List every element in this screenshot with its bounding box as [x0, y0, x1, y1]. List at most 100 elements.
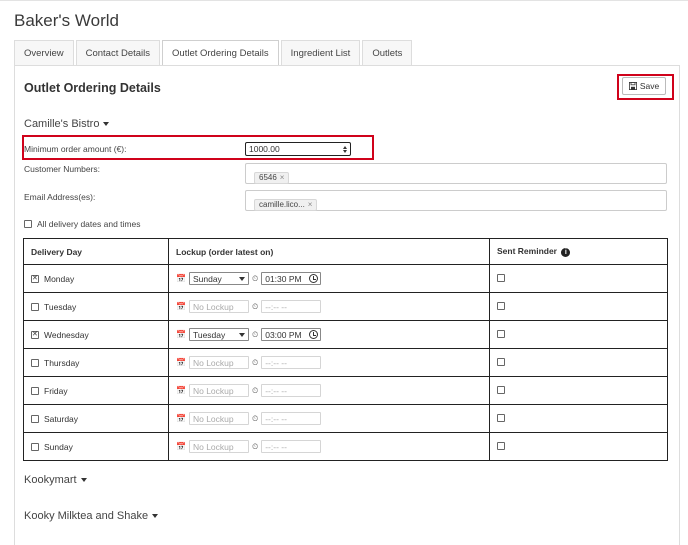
outlet-header-kooky-milktea[interactable]: Kooky Milktea and Shake — [24, 510, 159, 522]
delivery-day-cell: Sunday — [23, 432, 169, 461]
lockup-cell: 📅 No Lockup ⏲ --:-- -- — [168, 376, 490, 405]
tab-outlet-ordering-details[interactable]: Outlet Ordering Details — [162, 40, 279, 66]
min-order-value: 1000.00 — [249, 144, 280, 154]
lockup-time-input[interactable]: --:-- -- — [261, 384, 322, 397]
sent-reminder-checkbox[interactable] — [497, 329, 505, 338]
sent-reminder-checkbox[interactable] — [497, 301, 505, 310]
delivery-day-checkbox[interactable] — [31, 358, 39, 367]
calendar-icon: 📅 — [176, 274, 186, 283]
lockup-day-select[interactable]: No Lockup — [188, 384, 249, 397]
lockup-time-input[interactable]: 03:00 PM — [261, 328, 322, 341]
table-row: Wednesday 📅 Tuesday ⏲ 03:00 PM — [23, 320, 668, 349]
delivery-day-label: Saturday — [44, 413, 79, 424]
remove-tag-icon[interactable]: × — [280, 173, 285, 182]
email-label: Email Address(es): — [24, 192, 96, 202]
customer-numbers-label: Customer Numbers: — [24, 164, 101, 174]
lockup-day-select[interactable]: No Lockup — [188, 300, 249, 313]
sent-reminder-checkbox[interactable] — [497, 413, 505, 422]
clock-icon[interactable] — [309, 330, 319, 339]
lockup-cell: 📅 No Lockup ⏲ --:-- -- — [168, 432, 490, 461]
lockup-time-value: --:-- -- — [265, 357, 287, 368]
delivery-day-cell: Tuesday — [23, 292, 169, 321]
lockup-day-select[interactable]: No Lockup — [188, 356, 249, 369]
clock-icon: ⏲ — [251, 441, 259, 451]
delivery-day-cell: Monday — [23, 264, 169, 293]
email-tag: camille.lico... × — [254, 198, 318, 211]
tab-outlets[interactable]: Outlets — [362, 40, 413, 66]
outlet-header-camilles-bistro[interactable]: Camille's Bistro — [24, 118, 110, 130]
calendar-icon: 📅 — [176, 386, 186, 395]
table-header-row: Delivery Day Lockup (order latest on) Se… — [23, 238, 668, 265]
delivery-day-checkbox[interactable] — [31, 414, 39, 423]
lockup-cell: 📅 No Lockup ⏲ --:-- -- — [168, 348, 490, 377]
all-delivery-label: All delivery dates and times — [37, 219, 141, 229]
delivery-day-checkbox[interactable] — [31, 386, 39, 395]
calendar-icon: 📅 — [176, 302, 186, 311]
lockup-day-value: No Lockup — [192, 357, 234, 368]
sent-reminder-checkbox[interactable] — [497, 385, 505, 394]
delivery-day-cell: Friday — [23, 376, 169, 405]
lockup-day-value: No Lockup — [192, 413, 234, 424]
lockup-time-value: --:-- -- — [265, 441, 287, 452]
sent-reminder-checkbox[interactable] — [497, 273, 505, 282]
sent-reminder-checkbox[interactable] — [497, 357, 505, 366]
save-button[interactable]: Save — [622, 77, 666, 95]
clock-icon: ⏲ — [251, 385, 259, 395]
customer-numbers-input[interactable]: 6546 × — [245, 163, 667, 184]
table-row: Tuesday 📅 No Lockup ⏲ --:-- -- — [23, 292, 668, 321]
table-row: Monday 📅 Sunday ⏲ 01:30 PM — [23, 264, 668, 293]
min-order-input[interactable]: 1000.00 — [245, 142, 351, 156]
delivery-day-checkbox[interactable] — [31, 442, 39, 451]
lockup-day-value: Sunday — [192, 273, 222, 284]
lockup-day-value: No Lockup — [192, 301, 234, 312]
tab-contact-details[interactable]: Contact Details — [75, 40, 161, 66]
lockup-time-value: --:-- -- — [265, 301, 287, 312]
lockup-time-value: 03:00 PM — [265, 329, 302, 340]
chevron-down-icon — [238, 332, 245, 337]
all-delivery-checkbox[interactable] — [24, 220, 32, 228]
reminder-cell — [489, 348, 668, 377]
lockup-cell: 📅 No Lockup ⏲ --:-- -- — [168, 292, 490, 321]
sent-reminder-checkbox[interactable] — [497, 441, 505, 450]
clock-icon: ⏲ — [251, 329, 259, 339]
lockup-day-value: No Lockup — [192, 385, 234, 396]
lockup-day-value: No Lockup — [192, 441, 234, 452]
lockup-time-input[interactable]: --:-- -- — [261, 356, 322, 369]
reminder-cell — [489, 320, 668, 349]
lockup-time-input[interactable]: --:-- -- — [261, 440, 322, 453]
delivery-day-checkbox[interactable] — [31, 330, 39, 339]
clock-icon: ⏲ — [251, 273, 259, 283]
remove-tag-icon[interactable]: × — [308, 200, 313, 209]
delivery-table: Delivery Day Lockup (order latest on) Se… — [23, 238, 668, 461]
lockup-cell: 📅 No Lockup ⏲ --:-- -- — [168, 404, 490, 433]
tab-overview[interactable]: Overview — [14, 40, 74, 66]
clock-icon: ⏲ — [251, 357, 259, 367]
header-delivery-day: Delivery Day — [23, 238, 169, 265]
lockup-day-value: Tuesday — [192, 329, 226, 340]
lockup-time-value: --:-- -- — [265, 413, 287, 424]
lockup-day-select[interactable]: No Lockup — [188, 412, 249, 425]
delivery-day-checkbox[interactable] — [31, 274, 39, 283]
lockup-cell: 📅 Sunday ⏲ 01:30 PM — [168, 264, 490, 293]
email-input[interactable]: camille.lico... × — [245, 190, 667, 211]
reminder-cell — [489, 376, 668, 405]
tab-ingredient-list[interactable]: Ingredient List — [280, 40, 361, 66]
caret-down-icon — [80, 478, 87, 482]
customer-number-tag: 6546 × — [254, 171, 290, 184]
lockup-time-input[interactable]: --:-- -- — [261, 412, 322, 425]
delivery-day-cell: Wednesday — [23, 320, 169, 349]
clock-icon[interactable] — [309, 274, 319, 283]
lockup-day-select[interactable]: No Lockup — [188, 440, 249, 453]
delivery-day-checkbox[interactable] — [31, 302, 39, 311]
lockup-time-input[interactable]: 01:30 PM — [261, 272, 322, 285]
outlet-header-kookymart[interactable]: Kookymart — [24, 474, 87, 486]
spinner-icon[interactable] — [343, 145, 347, 153]
all-delivery-option[interactable]: All delivery dates and times — [24, 219, 140, 229]
delivery-day-label: Tuesday — [44, 301, 77, 312]
lockup-time-input[interactable]: --:-- -- — [261, 300, 322, 313]
reminder-cell — [489, 292, 668, 321]
info-icon[interactable]: i — [561, 248, 571, 257]
lockup-day-select[interactable]: Tuesday — [188, 328, 249, 341]
lockup-day-select[interactable]: Sunday — [188, 272, 249, 285]
outlet-name: Camille's Bistro — [24, 118, 100, 130]
